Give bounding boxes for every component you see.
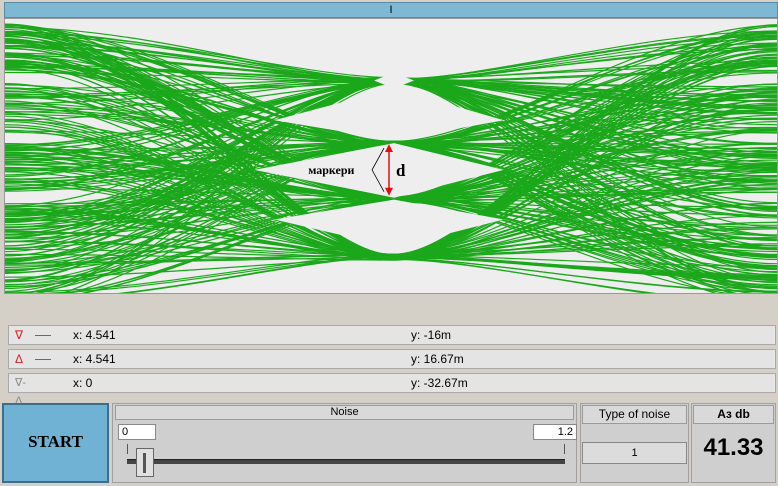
eye-diagram-plot: маркери d xyxy=(4,18,778,294)
marker-d-label: d xyxy=(396,161,406,180)
marker-up-icon: Δ xyxy=(15,352,24,366)
start-button[interactable]: START xyxy=(2,403,109,483)
marker-y-value: y: -32.67m xyxy=(411,376,468,390)
marker-row-1: ∇ x: 4.541 y: -16m xyxy=(8,325,776,345)
type-of-noise-panel: Type of noise 1 xyxy=(580,403,689,483)
marker-line-icon xyxy=(35,335,51,336)
eye-diagram-svg: маркери d xyxy=(5,23,777,293)
marker-y-value: y: 16.67m xyxy=(411,352,464,366)
az-panel: Aз db 41.33 xyxy=(691,403,776,483)
marker-row-2: Δ x: 4.541 y: 16.67m xyxy=(8,349,776,369)
type-of-noise-field[interactable]: 1 xyxy=(582,442,687,464)
noise-title: Noise xyxy=(115,405,574,420)
marker-x-value: x: 4.541 xyxy=(73,328,116,342)
marker-down-icon: ∇ xyxy=(15,328,24,342)
az-value: 41.33 xyxy=(703,434,764,461)
noise-panel: Noise 0 1.2 xyxy=(112,403,577,483)
marker-x-value: x: 4.541 xyxy=(73,352,116,366)
noise-slider-thumb[interactable] xyxy=(136,448,155,477)
marker-row-delta: ∇-Δ x: 0 y: -32.67m xyxy=(8,373,776,407)
noise-min-field[interactable]: 0 xyxy=(118,424,156,440)
noise-max-field[interactable]: 1.2 xyxy=(533,424,577,440)
marker-x-value: x: 0 xyxy=(73,376,93,390)
slider-tick-max xyxy=(564,444,565,454)
noise-slider-track[interactable] xyxy=(127,459,565,464)
window-title: I xyxy=(4,2,778,18)
type-of-noise-title: Type of noise xyxy=(582,405,687,424)
eye-opening-top-notch xyxy=(374,72,414,89)
slider-tick-min xyxy=(127,444,128,454)
az-title: Aз db xyxy=(693,405,774,424)
marker-line-icon xyxy=(35,359,51,360)
marker-y-value: y: -16m xyxy=(411,328,452,342)
marker-label: маркери xyxy=(308,163,354,177)
